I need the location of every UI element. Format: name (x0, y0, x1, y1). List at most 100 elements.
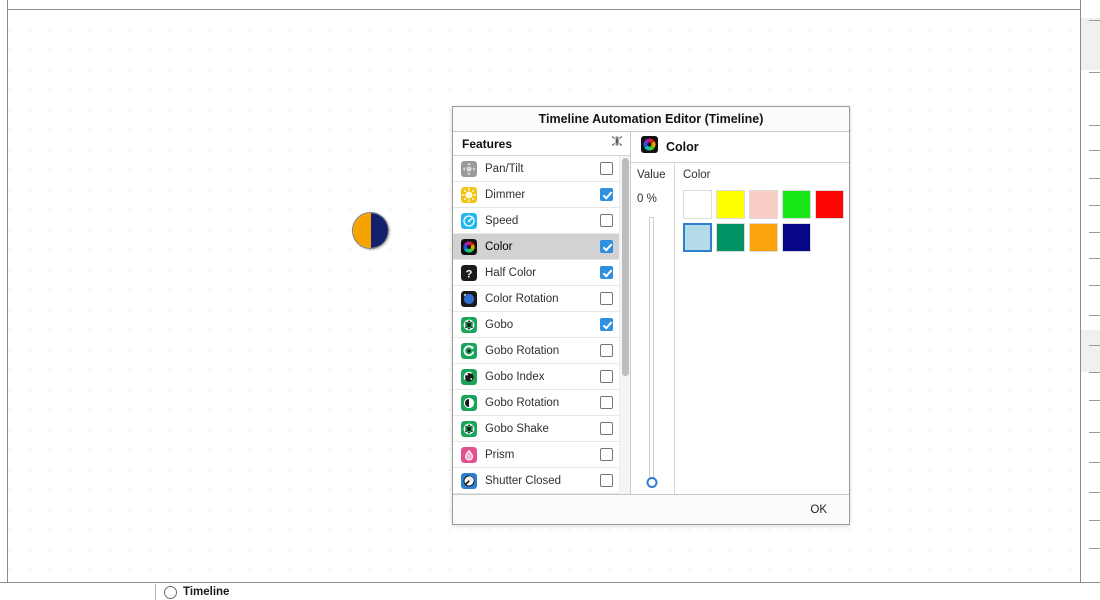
prism-icon (461, 446, 477, 463)
ruler-right[interactable] (1080, 0, 1100, 600)
feature-checkbox[interactable] (600, 266, 613, 279)
value-slider-handle[interactable] (646, 477, 657, 488)
ruler-tick (1089, 520, 1100, 521)
ruler-tick (1089, 492, 1100, 493)
dialog-footer: OK (453, 494, 849, 524)
feature-row-color[interactable]: Color (453, 234, 619, 260)
feature-checkbox[interactable] (600, 240, 613, 253)
dialog-title-text: Timeline Automation Editor (Timeline) (538, 112, 764, 126)
dialog-body: Features Pan/Tilt Dimmer Speed Color ? H… (453, 132, 849, 494)
feature-row-gobo-rotation[interactable]: Gobo Rotation (453, 390, 619, 416)
gobo-index-icon (461, 368, 477, 385)
ruler-tick (1089, 72, 1100, 73)
speed-icon (461, 212, 477, 229)
ruler-tick (1089, 315, 1100, 316)
feature-row-color-rotation[interactable]: Color Rotation (453, 286, 619, 312)
fixture-disc (352, 212, 389, 249)
feature-label: Half Color (485, 266, 537, 279)
feature-checkbox[interactable] (600, 396, 613, 409)
color-swatch-orange[interactable] (749, 223, 778, 252)
feature-label: Gobo (485, 318, 514, 331)
color-wheel-icon (641, 136, 658, 158)
ruler-tick (1089, 432, 1100, 433)
gobo-icon (461, 316, 477, 333)
ruler-tick (1089, 345, 1100, 346)
feature-row-shutter-closed[interactable]: Shutter Closed (453, 468, 619, 494)
color-label: Color (683, 169, 711, 181)
moving-head-fixture[interactable] (352, 212, 389, 249)
timeline-circle-icon (164, 585, 177, 599)
gobo-rotation2-icon (461, 394, 477, 411)
feature-row-speed[interactable]: Speed (453, 208, 619, 234)
value-column: Value 0 % (631, 163, 675, 494)
fixture-right-half (370, 213, 388, 248)
feature-checkbox[interactable] (600, 318, 613, 331)
feature-row-pan-tilt[interactable]: Pan/Tilt (453, 156, 619, 182)
ruler-top (0, 0, 1100, 10)
value-readout: 0 % (637, 193, 657, 205)
color-wheel-icon (461, 238, 477, 255)
dimmer-icon (461, 186, 477, 203)
color-swatch-white[interactable] (683, 190, 712, 219)
ruler-block (1081, 18, 1100, 70)
feature-label: Gobo Rotation (485, 396, 560, 409)
detail-title: Color (666, 140, 699, 154)
color-swatch-light-blue[interactable] (683, 223, 712, 252)
ruler-tick (1089, 400, 1100, 401)
feature-checkbox[interactable] (600, 448, 613, 461)
features-pane: Features Pan/Tilt Dimmer Speed Color ? H… (453, 132, 631, 494)
features-list[interactable]: Pan/Tilt Dimmer Speed Color? Half Color (453, 156, 619, 494)
feature-checkbox[interactable] (600, 214, 613, 227)
ruler-tick (1089, 205, 1100, 206)
value-slider[interactable] (646, 217, 657, 488)
timeline-automation-editor-dialog: Timeline Automation Editor (Timeline) Fe… (452, 106, 850, 525)
feature-row-prism[interactable]: Prism (453, 442, 619, 468)
feature-label: Color (485, 240, 513, 253)
features-header: Features (453, 132, 630, 156)
detail-body: Value 0 % Color (631, 163, 849, 494)
feature-row-dimmer[interactable]: Dimmer (453, 182, 619, 208)
timeline-tab[interactable]: Timeline (155, 584, 229, 600)
ruler-tick (1089, 285, 1100, 286)
feature-checkbox[interactable] (600, 422, 613, 435)
features-header-label: Features (462, 136, 513, 151)
feature-checkbox[interactable] (600, 370, 613, 383)
color-swatch-red[interactable] (815, 190, 844, 219)
ruler-block (1081, 330, 1100, 372)
svg-text:?: ? (466, 268, 473, 280)
feature-checkbox[interactable] (600, 292, 613, 305)
collapse-all-icon[interactable] (610, 134, 624, 153)
fixture-left-half (353, 213, 371, 248)
feature-detail-pane: Color Value 0 % Color (631, 132, 849, 494)
color-swatch-pink[interactable] (749, 190, 778, 219)
application-window: Timeline Automation Editor (Timeline) Fe… (0, 0, 1100, 600)
color-swatch-yellow[interactable] (716, 190, 745, 219)
features-scrollbar-thumb[interactable] (622, 158, 629, 376)
features-scrollbar[interactable] (619, 156, 630, 494)
features-list-wrapper: Pan/Tilt Dimmer Speed Color? Half Color (453, 156, 630, 494)
feature-label: Speed (485, 214, 519, 227)
color-swatch-teal[interactable] (716, 223, 745, 252)
bottom-timeline-strip: Timeline (0, 582, 1100, 600)
ok-button[interactable]: OK (800, 500, 837, 519)
timeline-tab-label: Timeline (183, 585, 230, 598)
feature-label: Pan/Tilt (485, 162, 524, 175)
feature-row-gobo-index[interactable]: Gobo Index (453, 364, 619, 390)
feature-row-gobo-shake[interactable]: Gobo Shake (453, 416, 619, 442)
color-swatch-grid[interactable] (683, 190, 849, 256)
feature-checkbox[interactable] (600, 188, 613, 201)
feature-row-gobo-rotation[interactable]: Gobo Rotation (453, 338, 619, 364)
color-swatch-navy[interactable] (782, 223, 811, 252)
ruler-left (0, 0, 8, 600)
feature-row-gobo[interactable]: Gobo (453, 312, 619, 338)
feature-checkbox[interactable] (600, 474, 613, 487)
color-swatch-green[interactable] (782, 190, 811, 219)
ruler-tick (1089, 20, 1100, 21)
ruler-tick (1089, 125, 1100, 126)
ruler-tick (1089, 232, 1100, 233)
gobo-shake-icon (461, 420, 477, 437)
feature-checkbox[interactable] (600, 162, 613, 175)
half-color-icon: ? (461, 264, 477, 281)
feature-row-half-color[interactable]: ? Half Color (453, 260, 619, 286)
feature-checkbox[interactable] (600, 344, 613, 357)
